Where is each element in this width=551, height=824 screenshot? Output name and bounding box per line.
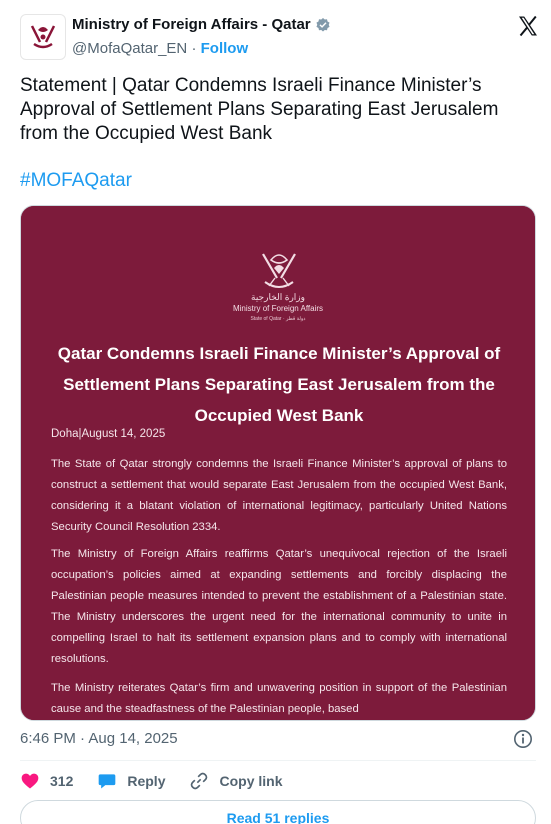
copy-link-label: Copy link	[219, 773, 283, 789]
author-name-row: Ministry of Foreign Affairs - Qatar	[72, 16, 331, 33]
tweet-text: Statement | Qatar Condemns Israeli Finan…	[20, 75, 499, 144]
like-button[interactable]: 312	[20, 771, 73, 791]
statement-paragraph: The State of Qatar strongly condemns the…	[51, 458, 507, 533]
reply-button[interactable]: Reply	[97, 771, 165, 791]
divider	[20, 760, 536, 761]
statement-background: وزارة الخارجية Ministry of Foreign Affai…	[21, 206, 535, 720]
author-handle[interactable]: @MofaQatar_EN	[72, 40, 187, 57]
reply-label: Reply	[127, 773, 166, 789]
mofa-english-name: Ministry of Foreign Affairs	[232, 304, 324, 313]
mofa-emblem-icon	[262, 253, 296, 288]
author-handle-row: @MofaQatar_EN · Follow	[72, 40, 248, 57]
avatar[interactable]	[20, 14, 66, 60]
like-count: 312	[50, 773, 74, 789]
statement-image[interactable]: وزارة الخارجية Ministry of Foreign Affai…	[20, 205, 536, 721]
author-name[interactable]: Ministry of Foreign Affairs - Qatar	[72, 16, 311, 33]
verified-badge-icon	[316, 17, 330, 31]
tweet-timestamp[interactable]: 6:46 PM · Aug 14, 2025	[20, 730, 178, 747]
link-icon	[191, 772, 208, 790]
qatar-emblem-icon	[30, 25, 56, 49]
statement-title: Qatar Condemns Israeli Finance Minister’…	[57, 344, 501, 425]
copy-link-button[interactable]: Copy link	[189, 771, 283, 791]
mofa-state-line: State of Qatar · دولة قطر	[250, 316, 306, 322]
tweet-header: Ministry of Foreign Affairs - Qatar @Mof…	[20, 12, 540, 60]
heart-icon	[21, 773, 39, 789]
mofa-arabic-name: وزارة الخارجية	[251, 292, 305, 302]
follow-button[interactable]: Follow	[201, 40, 249, 57]
x-logo-icon[interactable]	[516, 14, 540, 38]
read-replies-label: Read 51 replies	[226, 810, 330, 824]
statement-paragraph: The Ministry of Foreign Affairs reaffirm…	[51, 548, 507, 665]
speech-bubble-icon	[99, 774, 116, 789]
statement-dateline: Doha|August 14, 2025	[51, 428, 166, 440]
action-bar: 312 Reply Copy link	[20, 768, 307, 794]
info-icon[interactable]	[513, 729, 533, 749]
hashtag-link[interactable]: #MOFAQatar	[20, 170, 132, 192]
handle-separator: ·	[191, 40, 197, 57]
read-replies-button[interactable]: Read 51 replies	[20, 800, 536, 824]
statement-paragraph: The Ministry reiterates Qatar’s firm and…	[51, 682, 507, 715]
